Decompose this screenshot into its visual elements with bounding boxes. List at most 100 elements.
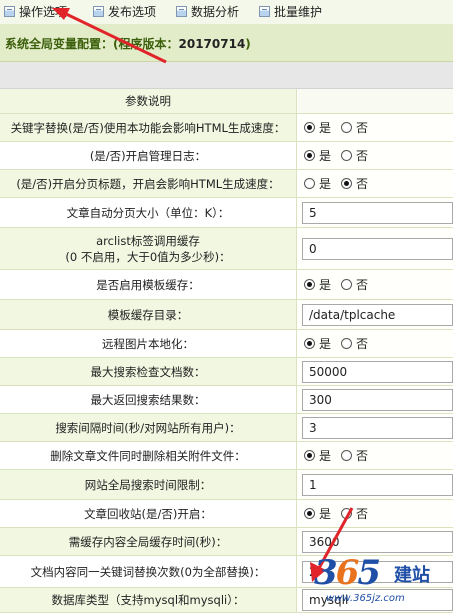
setting-label: 删除文章文件同时删除相关附件文件： (50, 448, 246, 463)
list-icon (176, 6, 187, 17)
radio-yes-circle[interactable] (304, 150, 315, 161)
page-title: 系统全局变量配置：(程序版本：20170714) (5, 35, 251, 52)
radio-yes-circle[interactable] (304, 122, 315, 133)
radio-yes-label: 是 (319, 507, 332, 521)
setting-value-cell: /data/tplcache (298, 300, 453, 329)
list-icon (4, 6, 15, 17)
setting-label-cell: 远程图片本地化： (0, 330, 297, 357)
radio-no-label: 否 (356, 337, 369, 351)
setting-label-cell: 数据库类型（支持mysql和mysqli）： (0, 588, 297, 612)
setting-input[interactable]: 1 (302, 473, 453, 496)
setting-value-cell: 是否 (298, 270, 453, 299)
radio-no-label: 否 (356, 121, 369, 135)
program-version: 20170714 (178, 37, 246, 51)
setting-value-cell: 1 (298, 470, 453, 499)
section-divider (0, 62, 453, 89)
radio-yes-circle[interactable] (304, 450, 315, 461)
setting-value-cell: 是否 (298, 114, 453, 141)
radio-no[interactable]: 否 (341, 119, 368, 136)
setting-label: 远程图片本地化： (102, 336, 194, 351)
setting-label: 数据库类型（支持mysql和mysqli）： (51, 593, 245, 607)
site-watermark-logo: 365 建站 www.365jz.com (312, 553, 450, 609)
setting-label-note: (0 不启用，大于0值为多少秒)： (65, 249, 231, 264)
setting-label-cell: 搜索间隔时间(秒/对网站所有用户)： (0, 414, 297, 441)
radio-no[interactable]: 否 (341, 335, 368, 352)
radio-no-label: 否 (356, 449, 369, 463)
radio-no-circle[interactable] (341, 178, 353, 189)
radio-no-circle[interactable] (341, 279, 353, 290)
radio-no-circle[interactable] (341, 150, 353, 161)
watermark-number: 365 (314, 553, 381, 593)
radio-yes-label: 是 (319, 449, 332, 463)
list-icon (259, 6, 270, 17)
radio-yes[interactable]: 是 (304, 505, 331, 522)
radio-no-circle[interactable] (341, 122, 353, 133)
setting-label: 是否启用模板缓存： (96, 277, 200, 292)
setting-input[interactable]: 3600 (302, 530, 453, 553)
radio-yes[interactable]: 是 (304, 276, 331, 293)
setting-value-cell: 是否 (298, 442, 453, 469)
setting-input[interactable]: 3 (302, 416, 453, 439)
setting-label-cell: arclist标签调用缓存 (0 不启用，大于0值为多少秒)： (0, 228, 297, 269)
title-suffix: ) (245, 37, 251, 51)
radio-yes[interactable]: 是 (304, 335, 331, 352)
radio-no[interactable]: 否 (341, 505, 368, 522)
setting-label-cell: 文档内容同一关键词替换次数(0为全部替换)： (0, 556, 297, 587)
setting-row: 文章自动分页大小（单位：K）： 5 (0, 198, 453, 228)
setting-row: 最大搜索检查文档数： 50000 (0, 358, 453, 386)
setting-label-cell: 文章自动分页大小（单位：K）： (0, 198, 297, 227)
config-title-bar: 系统全局变量配置：(程序版本：20170714) (0, 24, 453, 62)
radio-yes[interactable]: 是 (304, 147, 331, 164)
setting-input[interactable]: 5 (302, 201, 453, 224)
setting-label-cell: (是/否)开启分页标题，开启会影响HTML生成速度： (0, 170, 297, 197)
radio-yes-label: 是 (319, 149, 332, 163)
radio-no[interactable]: 否 (341, 175, 368, 192)
title-prefix: 系统全局变量配置：(程序版本： (5, 37, 179, 51)
setting-label-cell: 网站全局搜索时间限制： (0, 470, 297, 499)
tab-data-analysis[interactable]: 数据分析 (176, 4, 239, 20)
radio-yes[interactable]: 是 (304, 119, 331, 136)
setting-row: 删除文章文件同时删除相关附件文件：是否 (0, 442, 453, 470)
setting-value-cell: 是否 (298, 142, 453, 169)
header-label: 参数说明 (125, 94, 171, 108)
setting-label-cell: 关键字替换(是/否)使用本功能会影响HTML生成速度： (0, 114, 297, 141)
radio-yes-circle[interactable] (304, 279, 315, 290)
setting-value-cell: 是否 (298, 330, 453, 357)
setting-row: 是否启用模板缓存： 是否 (0, 270, 453, 300)
radio-no[interactable]: 否 (341, 276, 368, 293)
radio-yes[interactable]: 是 (304, 447, 331, 464)
radio-no[interactable]: 否 (341, 447, 368, 464)
radio-no-circle[interactable] (341, 450, 353, 461)
setting-value-cell: 3 (298, 414, 453, 441)
tab-label: 数据分析 (191, 5, 240, 19)
setting-label-cell: (是/否)开启管理日志： (0, 142, 297, 169)
radio-yes-circle[interactable] (304, 338, 315, 349)
radio-no-circle[interactable] (341, 508, 353, 519)
setting-row: (是/否)开启管理日志： 是否 (0, 142, 453, 170)
setting-label: 文章回收站(是/否)开启： (84, 506, 212, 521)
table-header-row: 参数说明 (0, 89, 453, 114)
radio-yes-label: 是 (319, 177, 332, 191)
setting-value-cell: 300 (298, 386, 453, 413)
list-icon (93, 6, 104, 17)
tab-batch-maintenance[interactable]: 批量维护 (259, 4, 322, 20)
setting-value-cell: 是否 (298, 500, 453, 527)
radio-yes[interactable]: 是 (304, 175, 331, 192)
tab-publish-options[interactable]: 发布选项 (93, 4, 156, 20)
radio-no-circle[interactable] (341, 338, 353, 349)
top-tab-bar: 操作选项 发布选项 数据分析 批量维护 (0, 0, 453, 25)
setting-label-cell: 模板缓存目录： (0, 300, 297, 329)
radio-no[interactable]: 否 (341, 147, 368, 164)
radio-yes-circle[interactable] (304, 178, 315, 189)
setting-input[interactable]: 0 (302, 237, 453, 260)
setting-label: 模板缓存目录： (107, 307, 189, 322)
setting-input[interactable]: 50000 (302, 360, 453, 383)
setting-label: (是/否)开启分页标题，开启会影响HTML生成速度： (16, 176, 280, 191)
setting-input[interactable]: 300 (302, 388, 453, 411)
tab-operation-options[interactable]: 操作选项 (4, 4, 67, 20)
setting-input[interactable]: /data/tplcache (302, 303, 453, 326)
setting-label: 网站全局搜索时间限制： (84, 477, 212, 492)
radio-yes-circle[interactable] (304, 508, 315, 519)
setting-label: (是/否)开启管理日志： (89, 148, 207, 163)
setting-row: 模板缓存目录： /data/tplcache (0, 300, 453, 330)
